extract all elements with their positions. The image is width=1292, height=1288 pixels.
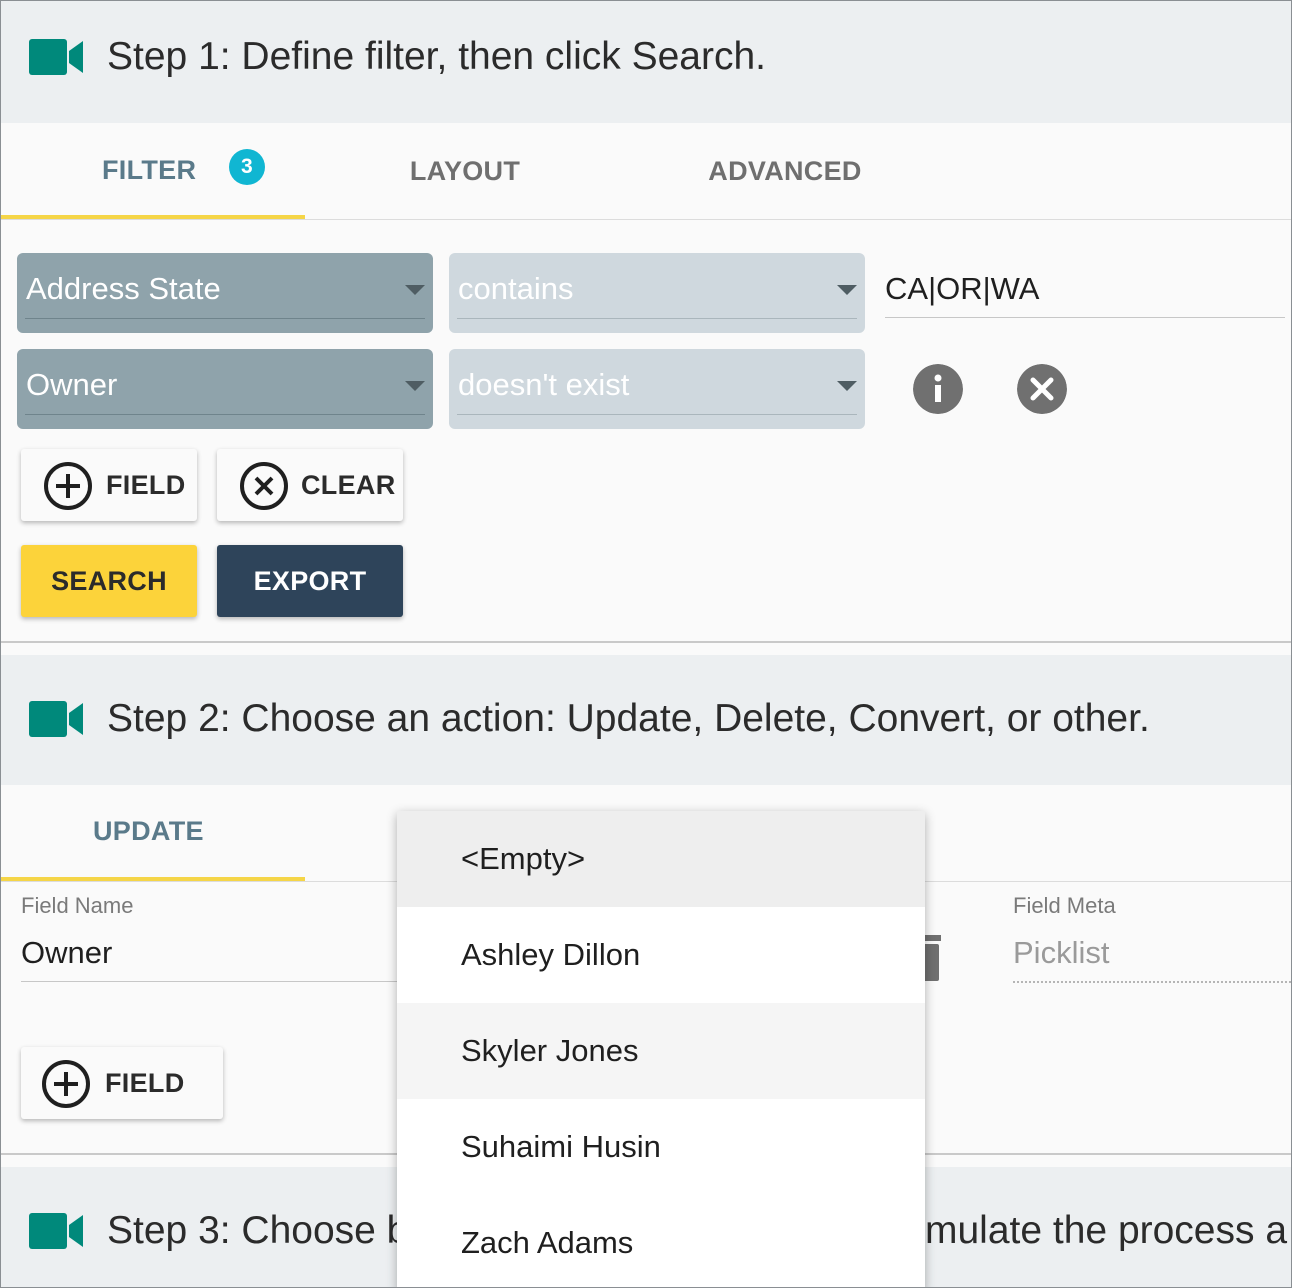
video-camera-icon (29, 39, 83, 75)
field-meta-label: Field Meta (1013, 893, 1116, 918)
video-camera-icon (29, 701, 83, 737)
owner-dropdown-menu: <Empty> Ashley Dillon Skyler Jones Suhai… (397, 811, 925, 1287)
chevron-down-icon (837, 285, 857, 295)
chevron-down-icon (837, 381, 857, 391)
video-camera-icon (29, 1213, 83, 1249)
tab-filter-label: FILTER (102, 155, 197, 185)
dropdown-option[interactable]: Zach Adams (397, 1195, 925, 1287)
tab-filter[interactable]: FILTER 3 (1, 123, 305, 219)
value-input-1[interactable]: CA|OR|WA (885, 253, 1285, 318)
field-select-2[interactable]: Owner (17, 349, 433, 429)
field-meta-underline (1013, 981, 1291, 983)
section-divider (1, 641, 1291, 643)
filter-count-badge: 3 (229, 149, 265, 185)
dropdown-option[interactable]: Suhaimi Husin (397, 1099, 925, 1195)
field-select-1-value: Address State (26, 271, 221, 306)
step3-title-right: mulate the process a (925, 1209, 1288, 1252)
remove-row-icon[interactable] (1017, 364, 1067, 414)
clear-button[interactable]: CLEAR (217, 449, 403, 521)
field-name-underline (21, 981, 401, 982)
clear-label: CLEAR (301, 470, 396, 500)
step1-header: Step 1: Define filter, then click Search… (1, 1, 1291, 123)
value-input-1-text: CA|OR|WA (885, 271, 1040, 306)
step2-header: Step 2: Choose an action: Update, Delete… (1, 655, 1291, 785)
step1-title: Step 1: Define filter, then click Search… (107, 35, 767, 78)
chevron-down-icon (405, 285, 425, 295)
app-frame: Step 1: Define filter, then click Search… (0, 0, 1292, 1288)
search-button[interactable]: SEARCH (21, 545, 197, 617)
field-select-2-value: Owner (26, 367, 118, 402)
clear-circle-icon (240, 462, 288, 510)
field-name-value[interactable]: Owner (21, 935, 112, 971)
add-circle-icon (42, 1060, 90, 1108)
operator-select-2-value: doesn't exist (458, 367, 630, 402)
add-update-field-label: FIELD (105, 1068, 185, 1098)
export-button[interactable]: EXPORT (217, 545, 403, 617)
chevron-down-icon (405, 381, 425, 391)
tab-update[interactable]: UPDATE (1, 785, 305, 881)
add-update-field-button[interactable]: FIELD (21, 1047, 223, 1119)
field-meta-value: Picklist (1013, 935, 1110, 970)
add-field-label: FIELD (106, 470, 186, 500)
info-icon[interactable] (913, 364, 963, 414)
step2-title: Step 2: Choose an action: Update, Delete… (107, 697, 1150, 740)
operator-select-1-value: contains (458, 271, 574, 306)
tab-layout[interactable]: LAYOUT (305, 123, 625, 219)
step3-title-left: Step 3: Choose b (107, 1209, 409, 1252)
dropdown-option[interactable]: <Empty> (397, 811, 925, 907)
add-circle-icon (44, 462, 92, 510)
step1-tabs: FILTER 3 LAYOUT ADVANCED (1, 123, 1291, 220)
operator-select-1[interactable]: contains (449, 253, 865, 333)
field-select-1[interactable]: Address State (17, 253, 433, 333)
tab-advanced[interactable]: ADVANCED (625, 123, 945, 219)
operator-select-2[interactable]: doesn't exist (449, 349, 865, 429)
dropdown-option[interactable]: Skyler Jones (397, 1003, 925, 1099)
field-name-label: Field Name (21, 893, 134, 918)
add-field-button[interactable]: FIELD (21, 449, 197, 521)
dropdown-option[interactable]: Ashley Dillon (397, 907, 925, 1003)
